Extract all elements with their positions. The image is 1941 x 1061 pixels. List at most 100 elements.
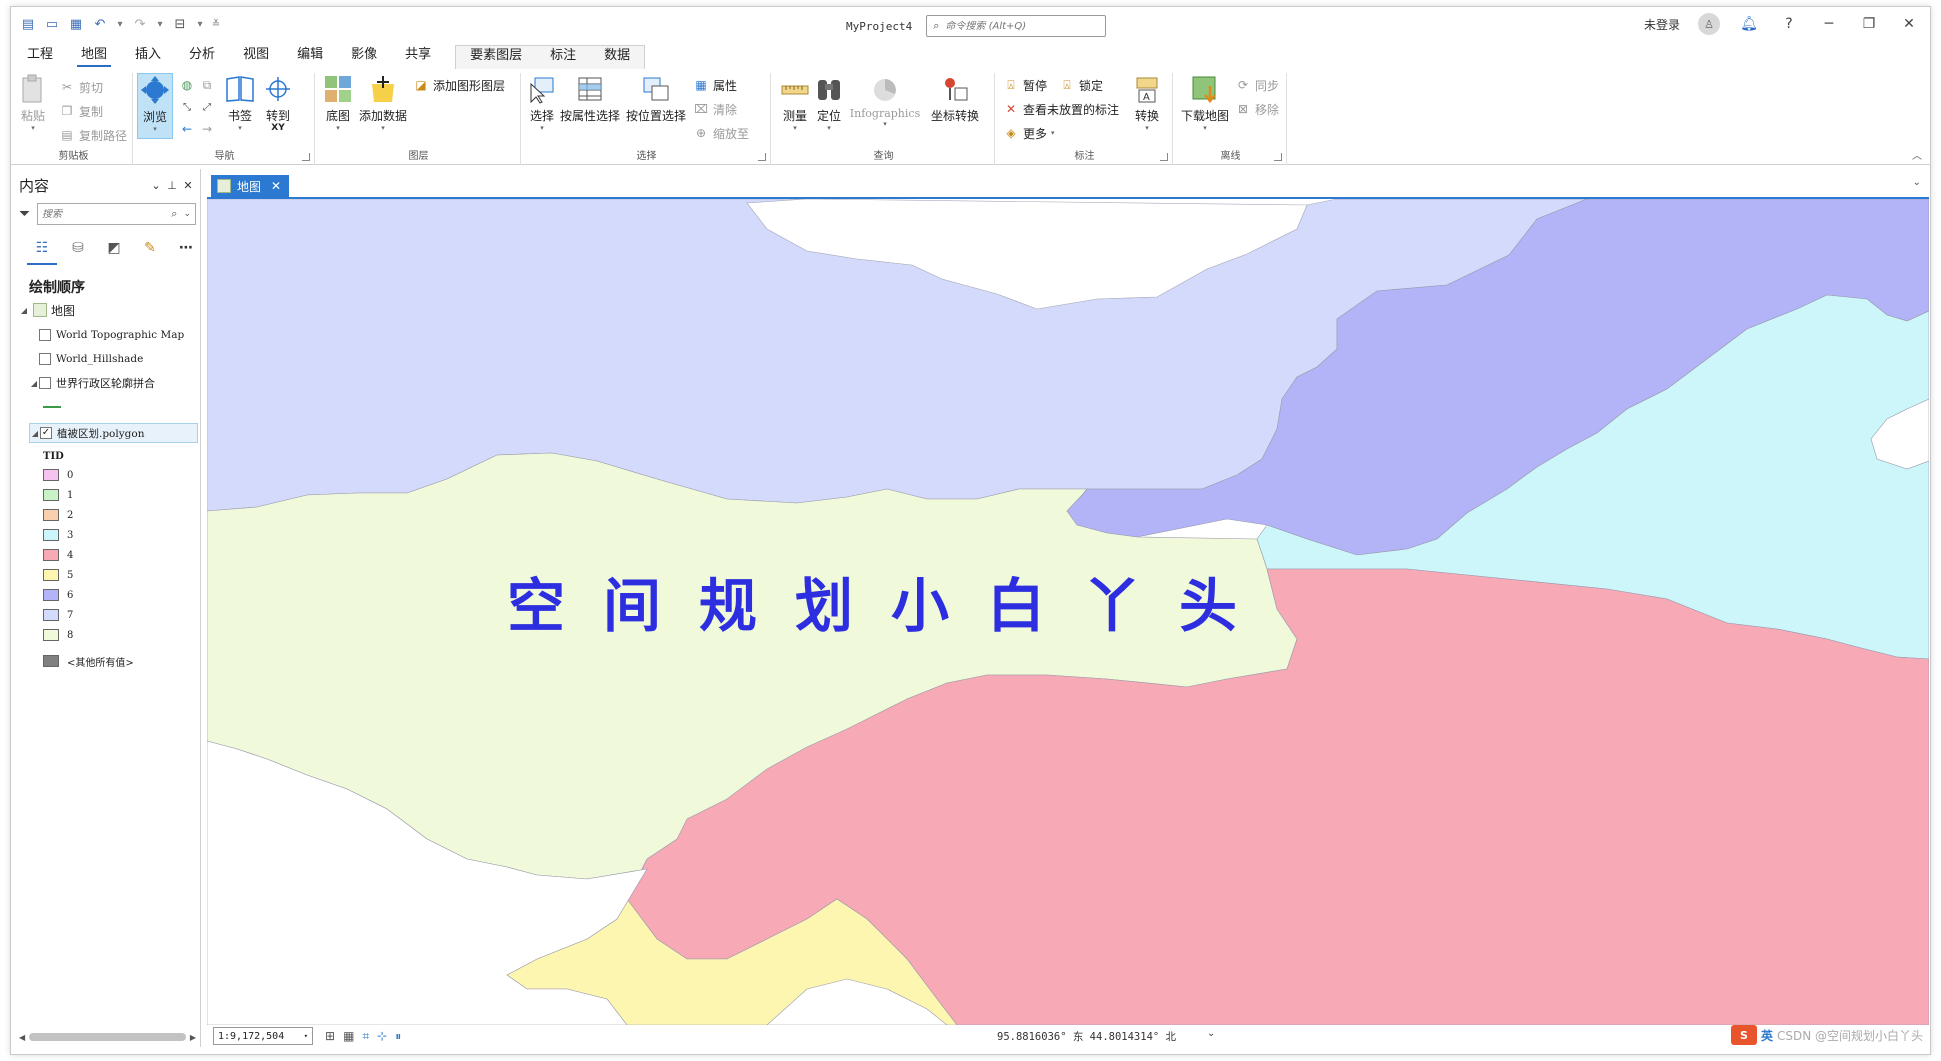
map-view-tab[interactable]: 地图 ✕ <box>211 175 290 197</box>
search-icon[interactable]: ⌕ <box>171 207 177 221</box>
command-search[interactable]: ⌕ <box>926 15 1107 37</box>
zoom-to-selection-button[interactable]: ⊕ 缩放至 <box>693 123 749 143</box>
basemap-button[interactable]: 底图 ▾ <box>321 73 355 132</box>
tab-insert[interactable]: 插入 <box>121 45 175 69</box>
more-views-icon[interactable]: ⋯ <box>175 237 197 259</box>
view-options-chevron-icon[interactable]: ⌄ <box>1913 177 1921 188</box>
explore-button[interactable]: 浏览 ▾ <box>137 73 173 139</box>
list-by-drawing-order-icon[interactable]: ☷ <box>27 237 57 265</box>
collapse-ribbon-icon[interactable]: ︿ <box>1912 147 1922 162</box>
expand-layer-icon[interactable]: ◢ <box>30 429 40 438</box>
select-by-location-button[interactable]: 按位置选择 <box>625 73 687 124</box>
command-search-input[interactable] <box>945 20 1096 32</box>
ime-indicator[interactable]: 英 <box>1761 1027 1773 1044</box>
close-tab-icon[interactable]: ✕ <box>271 179 281 193</box>
fixed-extent-icon[interactable]: ⊞ <box>325 1029 335 1044</box>
tree-map-node[interactable]: ◢ 地图 <box>19 300 200 320</box>
measure-button[interactable]: 测量 ▾ <box>779 73 811 132</box>
more-labeling-button[interactable]: ◈ 更多 ▾ <box>1003 123 1054 143</box>
locate-button[interactable]: 定位 ▾ <box>813 73 845 132</box>
map-canvas[interactable]: 空间规划小白丫头 <box>207 199 1929 1025</box>
remove-offline-button[interactable]: ⊠ 移除 <box>1235 99 1279 119</box>
offline-launcher-icon[interactable] <box>1274 153 1282 161</box>
layer-checkbox[interactable]: ✓ <box>40 427 52 439</box>
tab-share[interactable]: 共享 <box>391 45 445 69</box>
undo-dropdown-icon[interactable]: ▾ <box>115 15 125 33</box>
list-by-data-source-icon[interactable]: ⛁ <box>67 237 89 259</box>
legend-item[interactable]: 6 <box>43 587 73 603</box>
save-project-icon[interactable]: ▦ <box>67 15 85 33</box>
navigate-launcher-icon[interactable] <box>302 153 310 161</box>
crosshair-icon[interactable]: ⊹ <box>377 1029 387 1044</box>
contents-search-input[interactable] <box>42 208 172 220</box>
coordinate-format-dropdown-icon[interactable]: ⌄ <box>1207 1028 1215 1039</box>
customize-qat-icon[interactable]: ≚ <box>211 15 221 33</box>
legend-item[interactable]: 1 <box>43 487 73 503</box>
minimize-button[interactable]: ─ <box>1818 13 1840 35</box>
scroll-left-icon[interactable]: ◀ <box>19 1033 25 1042</box>
copy-button[interactable]: ❐ 复制 <box>59 101 103 121</box>
list-by-editing-icon[interactable]: ✎ <box>139 237 161 259</box>
paste-button[interactable]: 粘贴 ▾ <box>19 73 47 132</box>
legend-item[interactable]: 4 <box>43 547 73 563</box>
infographics-button[interactable]: Infographics ▾ <box>847 73 923 128</box>
forward-button[interactable]: → <box>199 119 215 139</box>
tab-map[interactable]: 地图 <box>67 45 121 69</box>
expand-map-icon[interactable]: ◢ <box>19 306 29 315</box>
pane-menu-icon[interactable]: ⌄ <box>148 179 164 192</box>
legend-item[interactable]: 5 <box>43 567 73 583</box>
notification-icon[interactable]: 🔔︎ <box>1738 13 1760 35</box>
tab-analysis[interactable]: 分析 <box>175 45 229 69</box>
close-button[interactable]: ✕ <box>1898 13 1920 35</box>
convert-coordinates-button[interactable]: 坐标转换 <box>929 73 981 124</box>
filter-icon[interactable]: ⏷ <box>19 206 33 222</box>
search-options-icon[interactable]: ⌄ <box>183 209 191 219</box>
add-data-button[interactable]: 添加数据 ▾ <box>359 73 407 132</box>
tab-imagery[interactable]: 影像 <box>337 45 391 69</box>
sign-in-status[interactable]: 未登录 <box>1644 16 1680 33</box>
full-extent-button[interactable]: ◍ <box>179 75 195 95</box>
layer-row[interactable]: World Topographic Map <box>39 325 200 345</box>
labeling-launcher-icon[interactable] <box>1160 153 1168 161</box>
clear-selection-button[interactable]: ⌧ 清除 <box>693 99 737 119</box>
window-layout-icon[interactable]: ⊟ <box>171 15 189 33</box>
tab-feature-layer[interactable]: 要素图层 <box>456 46 536 70</box>
list-by-selection-icon[interactable]: ◩ <box>103 237 125 259</box>
bookmarks-button[interactable]: 书签 ▾ <box>223 73 257 132</box>
view-unplaced-labels-button[interactable]: ✕ 查看未放置的标注 <box>1003 99 1119 119</box>
layer-checkbox[interactable] <box>39 353 51 365</box>
layer-checkbox[interactable] <box>39 377 51 389</box>
legend-item[interactable]: 2 <box>43 507 73 523</box>
legend-item[interactable]: 3 <box>43 527 73 543</box>
fixed-zoom-in-button[interactable]: ⤡ <box>179 97 195 117</box>
redo-dropdown-icon[interactable]: ▾ <box>155 15 165 33</box>
go-to-xy-button[interactable]: 转到 XY <box>263 73 293 133</box>
avatar[interactable]: ♙ <box>1698 13 1720 35</box>
selection-launcher-icon[interactable] <box>758 153 766 161</box>
layer-row[interactable]: ◢ 世界行政区轮廓拼合 <box>29 373 200 393</box>
select-by-attributes-button[interactable]: 按属性选择 <box>559 73 621 124</box>
tab-data[interactable]: 数据 <box>590 46 644 70</box>
snapping-icon[interactable]: ⌗ <box>362 1029 369 1044</box>
scroll-right-icon[interactable]: ▶ <box>190 1033 196 1042</box>
new-project-icon[interactable]: ▤ <box>19 15 37 33</box>
attributes-button[interactable]: ▦ 属性 <box>693 75 737 95</box>
add-graphics-layer-button[interactable]: ◪ 添加图形图层 <box>413 75 505 95</box>
expand-layer-icon[interactable]: ◢ <box>29 379 39 388</box>
sync-button[interactable]: ⟳ 同步 <box>1235 75 1279 95</box>
convert-labels-button[interactable]: A 转换 ▾ <box>1131 73 1163 132</box>
download-map-button[interactable]: 下载地图 ▾ <box>1179 73 1231 132</box>
layer-row[interactable]: World_Hillshade <box>39 349 200 369</box>
restore-button[interactable]: ❐ <box>1858 13 1880 35</box>
pause-labeling-button[interactable]: ⍓ 暂停 <box>1003 75 1047 95</box>
close-pane-icon[interactable]: ✕ <box>180 179 196 192</box>
cut-button[interactable]: ✂ 剪切 <box>59 77 103 97</box>
pause-drawing-icon[interactable]: ⏸ <box>395 1029 401 1044</box>
open-project-icon[interactable]: ▭ <box>43 15 61 33</box>
layer-checkbox[interactable] <box>39 329 51 341</box>
select-button[interactable]: 选择 ▾ <box>527 73 557 132</box>
tab-labeling[interactable]: 标注 <box>536 46 590 70</box>
tab-project[interactable]: 工程 <box>13 45 67 69</box>
help-button[interactable]: ? <box>1778 13 1800 35</box>
scrollbar-thumb[interactable] <box>29 1033 186 1041</box>
